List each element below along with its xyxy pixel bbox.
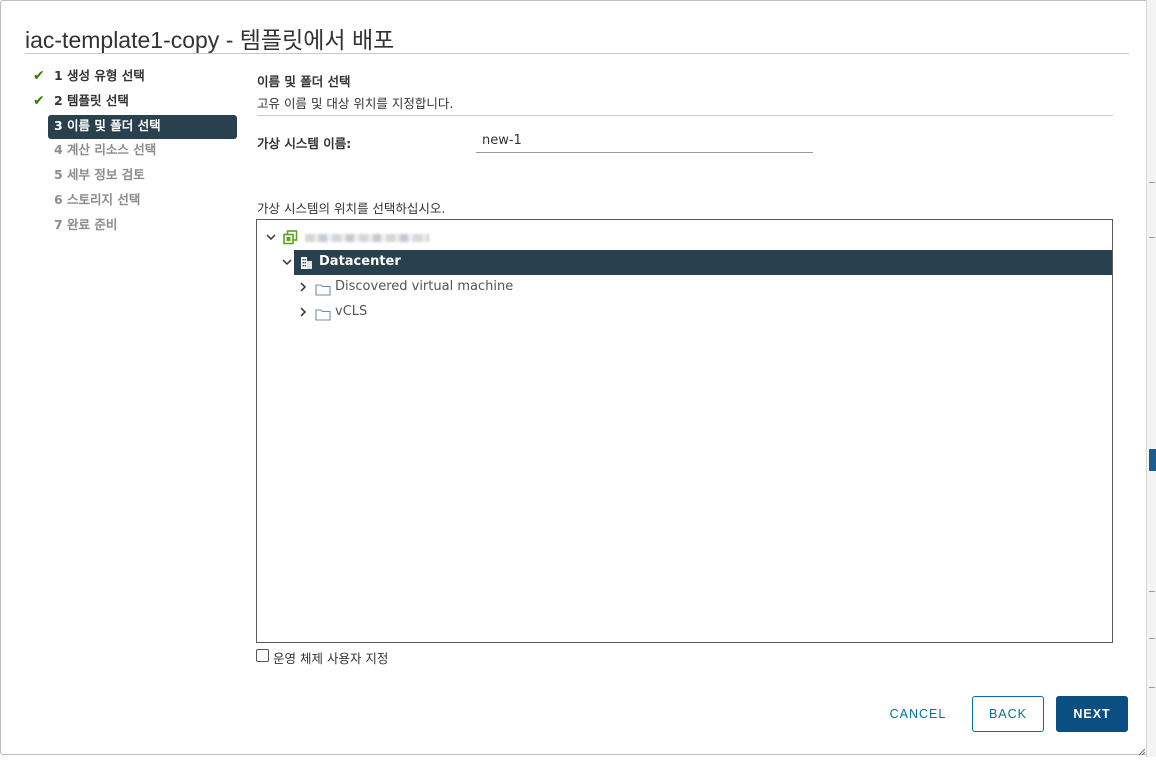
- checkbox-box[interactable]: [256, 649, 269, 662]
- tree-node-vcenter[interactable]: [263, 225, 763, 250]
- title-divider: [25, 53, 1129, 54]
- edge-mark: [1149, 182, 1155, 183]
- section-subtitle: 고유 이름 및 대상 위치를 지정합니다.: [257, 96, 454, 111]
- chevron-right-icon[interactable]: [297, 275, 309, 299]
- folder-tree[interactable]: Datacenter Discovered virtual machine vC…: [256, 219, 1113, 643]
- chevron-down-icon[interactable]: [281, 250, 293, 274]
- step-4: 4 계산 리소스 선택: [33, 139, 237, 163]
- step-label: 4 계산 리소스 선택: [54, 142, 157, 157]
- check-icon: ✔: [33, 68, 45, 84]
- vm-name-label: 가상 시스템 이름:: [257, 136, 352, 151]
- edge-mark: [1149, 591, 1155, 592]
- folder-icon: [315, 306, 331, 330]
- step-label: 6 스토리지 선택: [54, 192, 141, 207]
- tree-node-label: Datacenter: [319, 254, 401, 269]
- resize-handle-icon[interactable]: [1137, 741, 1146, 760]
- edge-highlight: [1149, 449, 1156, 471]
- section-divider: [257, 115, 1113, 116]
- dialog-title: iac-template1-copy - 템플릿에서 배포: [25, 27, 395, 53]
- tree-node-folder[interactable]: vCLS: [297, 300, 897, 325]
- step-7: 7 완료 준비: [33, 214, 237, 238]
- redacted-hostname: [305, 234, 429, 242]
- step-3[interactable]: 3 이름 및 폴더 선택: [48, 115, 237, 139]
- edge-mark: [1149, 638, 1155, 639]
- step-label: 7 완료 준비: [54, 217, 118, 232]
- check-icon: ✔: [33, 93, 45, 109]
- step-label: 1 생성 유형 선택: [54, 68, 145, 83]
- cancel-button[interactable]: CANCEL: [873, 696, 963, 732]
- edge-mark: [1149, 687, 1155, 688]
- edge-mark: [1149, 237, 1155, 238]
- step-2[interactable]: ✔ 2 템플릿 선택: [33, 90, 237, 114]
- vm-name-input[interactable]: [476, 129, 813, 153]
- step-label: 5 세부 정보 검토: [54, 167, 145, 182]
- deploy-from-template-dialog: iac-template1-copy - 템플릿에서 배포 ✔ 1 생성 유형 …: [0, 0, 1150, 756]
- chevron-right-icon[interactable]: [297, 300, 309, 324]
- step-label: 2 템플릿 선택: [54, 93, 129, 108]
- section-title: 이름 및 폴더 선택: [257, 74, 351, 89]
- step-5: 5 세부 정보 검토: [33, 164, 237, 188]
- next-button[interactable]: NEXT: [1056, 696, 1128, 732]
- step-6: 6 스토리지 선택: [33, 189, 237, 213]
- tree-node-label: vCLS: [335, 304, 368, 319]
- location-label: 가상 시스템의 위치를 선택하십시오.: [257, 201, 446, 216]
- step-label: 3 이름 및 폴더 선택: [54, 118, 161, 133]
- tree-node-label: Discovered virtual machine: [335, 279, 514, 294]
- back-button[interactable]: BACK: [972, 696, 1044, 732]
- chevron-down-icon[interactable]: [265, 225, 277, 249]
- tree-node-folder[interactable]: Discovered virtual machine: [297, 275, 897, 300]
- checkbox-label: 운영 체제 사용자 지정: [273, 651, 389, 666]
- background-window-edge: [1146, 0, 1156, 757]
- step-1[interactable]: ✔ 1 생성 유형 선택: [33, 65, 237, 89]
- tree-node-datacenter[interactable]: Datacenter: [294, 250, 1112, 275]
